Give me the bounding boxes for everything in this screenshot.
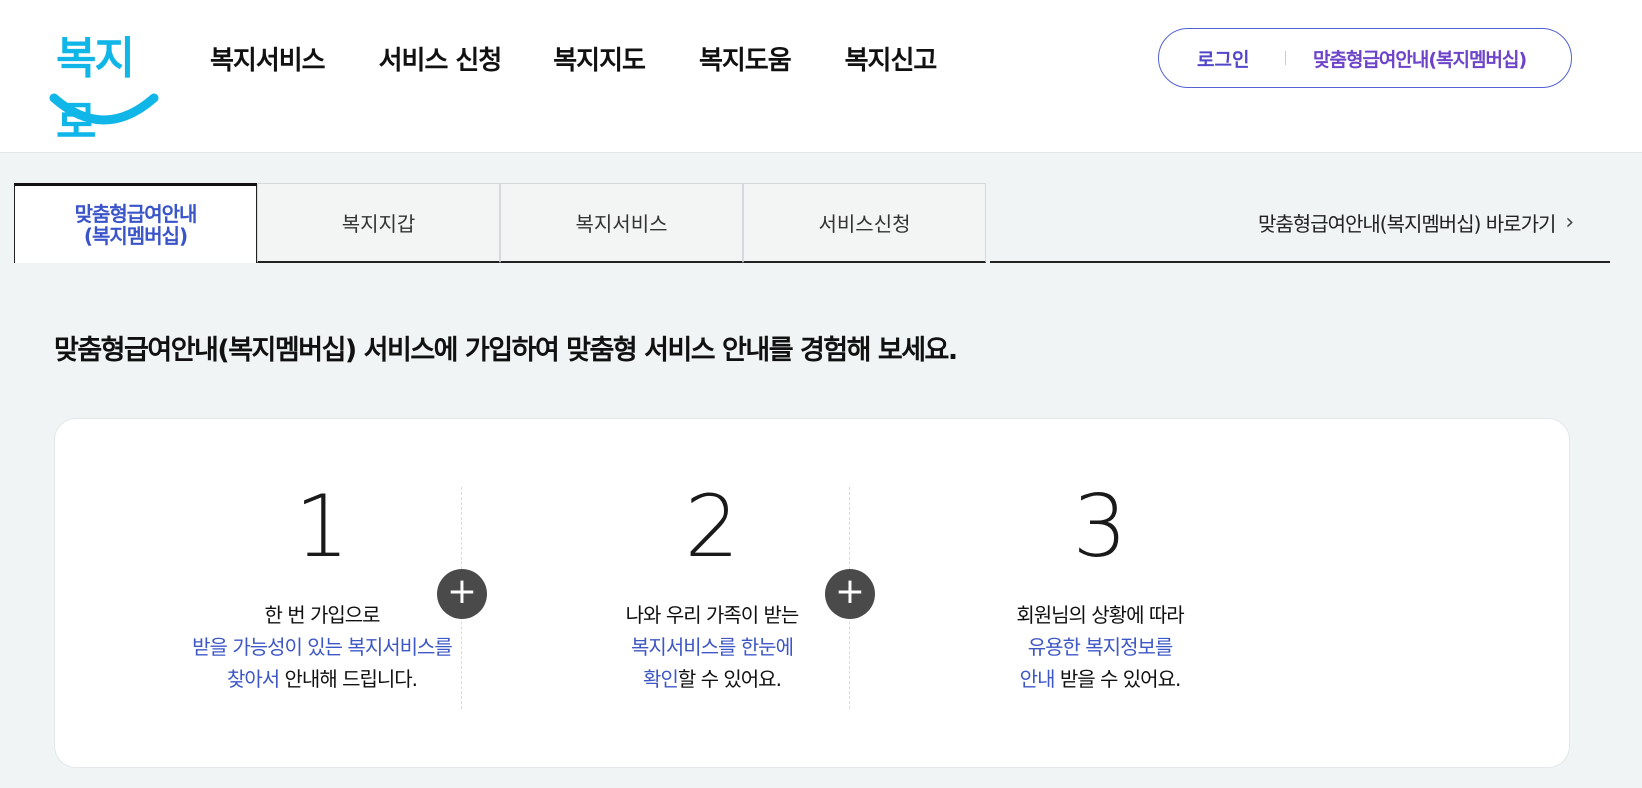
step-text: 안내해 드립니다. xyxy=(279,667,419,691)
step-line-highlight: 받을 가능성이 있는 복지서비스를 xyxy=(192,635,453,659)
step-line-highlight: 유용한 복지정보를 xyxy=(1027,635,1174,659)
step-highlight: 찾아서 xyxy=(226,667,280,691)
step-highlight: 확인 xyxy=(643,667,679,691)
auth-box: 로그인 맞춤형급여안내(복지멤버십) xyxy=(1158,28,1572,88)
main-nav: 복지서비스 서비스 신청 복지지도 복지도움 복지신고 xyxy=(210,40,990,77)
tab-underline xyxy=(990,261,1610,263)
plus-icon: + xyxy=(437,569,487,619)
auth-divider xyxy=(1285,51,1286,65)
logo[interactable]: 복지로 xyxy=(48,22,168,148)
tab-membership-line2: (복지멤버십) xyxy=(83,223,188,248)
chevron-right-icon: › xyxy=(1565,210,1574,235)
step-line: 회원님의 상황에 따라 xyxy=(1016,603,1184,627)
step-text: 받을 수 있어요. xyxy=(1054,667,1181,691)
tab-service-apply[interactable]: 서비스신청 xyxy=(743,183,986,263)
header: 복지로 복지서비스 서비스 신청 복지지도 복지도움 복지신고 로그인 맞춤형급… xyxy=(0,0,1642,153)
nav-welfare-help[interactable]: 복지도움 xyxy=(699,40,792,77)
nav-service-apply[interactable]: 서비스 신청 xyxy=(379,40,503,77)
page-title: 맞춤형급여안내(복지멤버십) 서비스에 가입하여 맞춤형 서비스 안내를 경험해… xyxy=(54,335,958,366)
tab-welfare-service-label: 복지서비스 xyxy=(575,212,668,236)
step-description: 회원님의 상황에 따라 유용한 복지정보를 안내 받을 수 있어요. xyxy=(915,599,1285,695)
nav-welfare-service[interactable]: 복지서비스 xyxy=(210,40,326,77)
nav-welfare-report[interactable]: 복지신고 xyxy=(845,40,938,77)
step-text: 할 수 있어요. xyxy=(677,667,782,691)
tab-welfare-wallet-label: 복지지갑 xyxy=(341,212,416,236)
step-number: 3 xyxy=(1072,477,1128,577)
step-line: 확인할 수 있어요. xyxy=(527,663,897,695)
login-link[interactable]: 로그인 xyxy=(1197,45,1249,72)
tab-membership[interactable]: 맞춤형급여안내 (복지멤버십) xyxy=(14,183,257,263)
step-3: 3 회원님의 상황에 따라 유용한 복지정보를 안내 받을 수 있어요. xyxy=(915,479,1285,695)
membership-link[interactable]: 맞춤형급여안내(복지멤버십) xyxy=(1313,45,1527,72)
tab-membership-line1: 맞춤형급여안내 xyxy=(74,201,198,226)
tab-welfare-service[interactable]: 복지서비스 xyxy=(500,183,743,263)
steps-card: 1 한 번 가입으로 받을 가능성이 있는 복지서비스를 찾아서 안내해 드립니… xyxy=(54,418,1570,768)
step-line-highlight: 복지서비스를 한눈에 xyxy=(631,635,794,659)
logo-smile-icon xyxy=(49,93,159,125)
nav-welfare-map[interactable]: 복지지도 xyxy=(553,40,646,77)
plus-icon: + xyxy=(825,569,875,619)
step-line: 안내 받을 수 있어요. xyxy=(915,663,1285,695)
shortcut-label: 맞춤형급여안내(복지멤버십) 바로가기 xyxy=(1258,212,1556,236)
step-highlight: 안내 xyxy=(1019,667,1056,691)
membership-shortcut-link[interactable]: 맞춤형급여안내(복지멤버십) 바로가기 › xyxy=(1258,208,1574,237)
tab-service-apply-label: 서비스신청 xyxy=(818,212,911,236)
step-line: 찾아서 안내해 드립니다. xyxy=(137,663,507,695)
tab-welfare-wallet[interactable]: 복지지갑 xyxy=(257,183,500,263)
